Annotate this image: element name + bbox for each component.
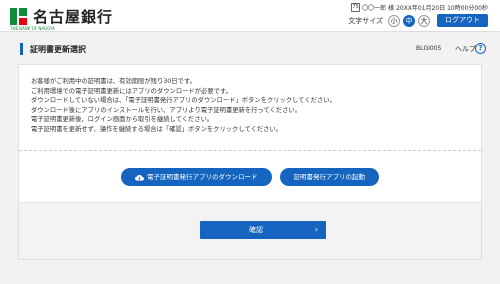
user-info: 75 〇〇一郎 様 20XX年01月20日 10時00分00秒 <box>351 3 488 12</box>
download-app-label: 電子証明書発行アプリのダウンロード <box>147 173 258 181</box>
divider <box>19 150 481 151</box>
cloud-download-icon <box>135 174 144 181</box>
user-icon: 75 <box>351 3 361 12</box>
font-size-controls: 文字サイズ 小 中 大 ログアウト <box>348 14 488 27</box>
header: THE BANK OF NAGOYA 名古屋銀行 75 〇〇一郎 様 20XX年… <box>0 0 500 32</box>
screen-id: BLGI005 <box>416 45 442 52</box>
confirm-area: 確認 › <box>19 202 481 259</box>
launch-app-label: 証明書発行アプリの起動 <box>293 173 366 181</box>
content-panel: お客様がご利用中の証明書は、有効期限が残り30日です。 ご利用環境での電子証明書… <box>18 64 482 260</box>
confirm-label: 確認 <box>249 226 263 234</box>
message-line: お客様がご利用中の証明書は、有効期限が残り30日です。 <box>31 78 196 85</box>
chevron-right-icon: › <box>314 225 318 234</box>
font-size-small-button[interactable]: 小 <box>388 14 400 27</box>
message-line: 電子証明書更新後、ログイン画面から取引を継続してください。 <box>31 116 214 123</box>
font-size-medium-button[interactable]: 中 <box>403 14 415 27</box>
app-button-row: 電子証明書発行アプリのダウンロード 証明書発行アプリの起動 <box>19 168 481 186</box>
help-icon[interactable]: ? <box>475 43 486 54</box>
launch-app-button[interactable]: 証明書発行アプリの起動 <box>279 168 379 186</box>
message-line: ダウンロードしていない場合は、「電子証明書発行アプリのダウンロード」ボタンをクリ… <box>31 97 336 104</box>
bank-logo-mark-icon: THE BANK OF NAGOYA <box>10 8 55 31</box>
confirm-button[interactable]: 確認 › <box>200 221 326 239</box>
notice-message: お客様がご利用中の証明書は、有効期限が残り30日です。 ご利用環境での電子証明書… <box>31 77 471 134</box>
download-app-button[interactable]: 電子証明書発行アプリのダウンロード <box>121 168 272 186</box>
message-line: ダウンロード後にアプリのインストールを行い、アプリより電子証明書更新を行ってくだ… <box>31 106 302 114</box>
message-line: ご利用環境での電子証明書更新にはアプリのダウンロードが必要です。 <box>31 87 232 95</box>
help-link[interactable]: ヘルプ <box>455 44 476 54</box>
page-title-bar: 証明書更新選択 BLGI005 ヘルプ ? <box>0 40 500 60</box>
bank-name: 名古屋銀行 <box>33 8 114 26</box>
font-size-label: 文字サイズ <box>348 16 383 25</box>
message-line: 電子証明書を更新せず、操作を継続する場合は「確認」ボタンをクリックしてください。 <box>31 125 283 133</box>
user-name: 〇〇一郎 様 <box>362 5 395 12</box>
logo-subtext: THE BANK OF NAGOYA <box>10 26 55 31</box>
title-accent-bar <box>20 43 23 55</box>
last-login-time: 20XX年01月20日 10時00分00秒 <box>396 5 488 12</box>
bank-logo[interactable]: THE BANK OF NAGOYA 名古屋銀行 <box>10 6 114 31</box>
page-title: 証明書更新選択 <box>30 45 86 54</box>
font-size-large-button[interactable]: 大 <box>418 14 430 27</box>
logout-button[interactable]: ログアウト <box>437 14 488 27</box>
